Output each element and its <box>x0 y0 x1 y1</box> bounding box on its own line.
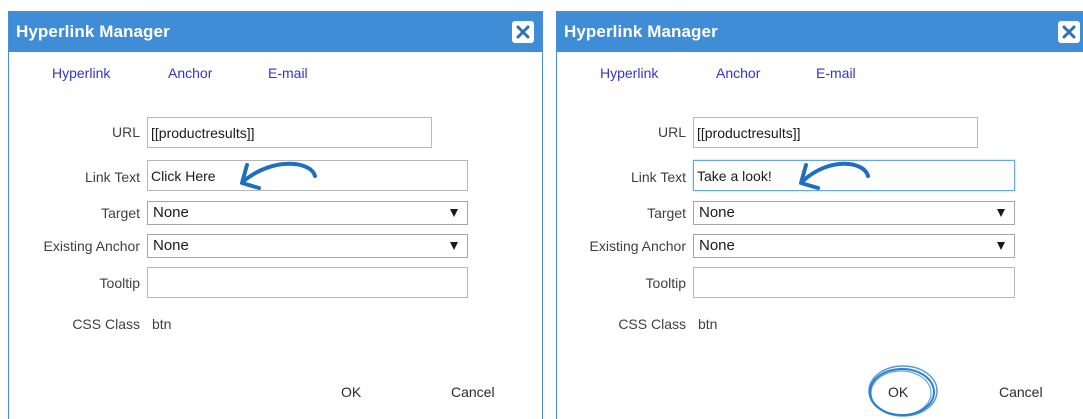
existing-anchor-select[interactable]: None <box>147 234 468 258</box>
hyperlink-manager-dialog-1: Hyperlink Manager Hyperlink Anchor E-mai… <box>8 11 543 419</box>
anchor-selected-value: None <box>699 237 735 254</box>
target-label: Target <box>647 205 686 221</box>
target-selected-value: None <box>699 204 735 221</box>
target-label: Target <box>101 205 140 221</box>
tab-email[interactable]: E-mail <box>816 65 856 81</box>
css-class-value: btn <box>698 316 718 332</box>
tooltip-input[interactable] <box>693 267 1015 298</box>
close-icon <box>1062 25 1076 39</box>
tab-hyperlink[interactable]: Hyperlink <box>52 65 110 81</box>
target-select[interactable]: None <box>147 201 468 225</box>
chevron-down-icon <box>450 242 458 250</box>
ok-button[interactable]: OK <box>341 384 361 400</box>
url-label: URL <box>111 124 140 140</box>
chevron-down-icon <box>450 209 458 217</box>
tab-hyperlink[interactable]: Hyperlink <box>600 65 658 81</box>
dialog-titlebar: Hyperlink Manager <box>9 12 542 52</box>
link-text-input[interactable]: Take a look! <box>693 160 1015 191</box>
link-text-input[interactable]: Click Here <box>147 160 468 191</box>
css-class-label: CSS Class <box>72 316 140 332</box>
tooltip-input[interactable] <box>147 267 468 298</box>
dialog-title: Hyperlink Manager <box>16 22 170 41</box>
dialog-titlebar: Hyperlink Manager <box>557 12 1083 52</box>
target-selected-value: None <box>153 204 189 221</box>
target-select[interactable]: None <box>693 201 1015 225</box>
url-input[interactable]: [[productresults]] <box>147 117 432 148</box>
link-text-label: Link Text <box>85 169 140 185</box>
hyperlink-manager-dialog-2: Hyperlink Manager Hyperlink Anchor E-mai… <box>556 11 1083 419</box>
css-class-value: btn <box>152 316 172 332</box>
tab-anchor[interactable]: Anchor <box>168 65 212 81</box>
existing-anchor-select[interactable]: None <box>693 234 1015 258</box>
url-label: URL <box>657 124 686 140</box>
cancel-button[interactable]: Cancel <box>451 384 495 400</box>
cancel-button[interactable]: Cancel <box>999 384 1043 400</box>
anchor-selected-value: None <box>153 237 189 254</box>
tab-anchor[interactable]: Anchor <box>716 65 760 81</box>
ok-button[interactable]: OK <box>888 384 908 400</box>
close-button[interactable] <box>512 21 534 43</box>
close-button[interactable] <box>1058 21 1080 43</box>
existing-anchor-label: Existing Anchor <box>589 238 687 254</box>
link-text-label: Link Text <box>631 169 686 185</box>
existing-anchor-label: Existing Anchor <box>43 238 141 254</box>
css-class-label: CSS Class <box>618 316 686 332</box>
chevron-down-icon <box>997 209 1005 217</box>
chevron-down-icon <box>997 242 1005 250</box>
close-icon <box>516 25 530 39</box>
tooltip-label: Tooltip <box>645 275 686 291</box>
tab-email[interactable]: E-mail <box>268 65 308 81</box>
dialog-title: Hyperlink Manager <box>564 22 718 41</box>
tooltip-label: Tooltip <box>99 275 140 291</box>
url-input[interactable]: [[productresults]] <box>693 117 978 148</box>
